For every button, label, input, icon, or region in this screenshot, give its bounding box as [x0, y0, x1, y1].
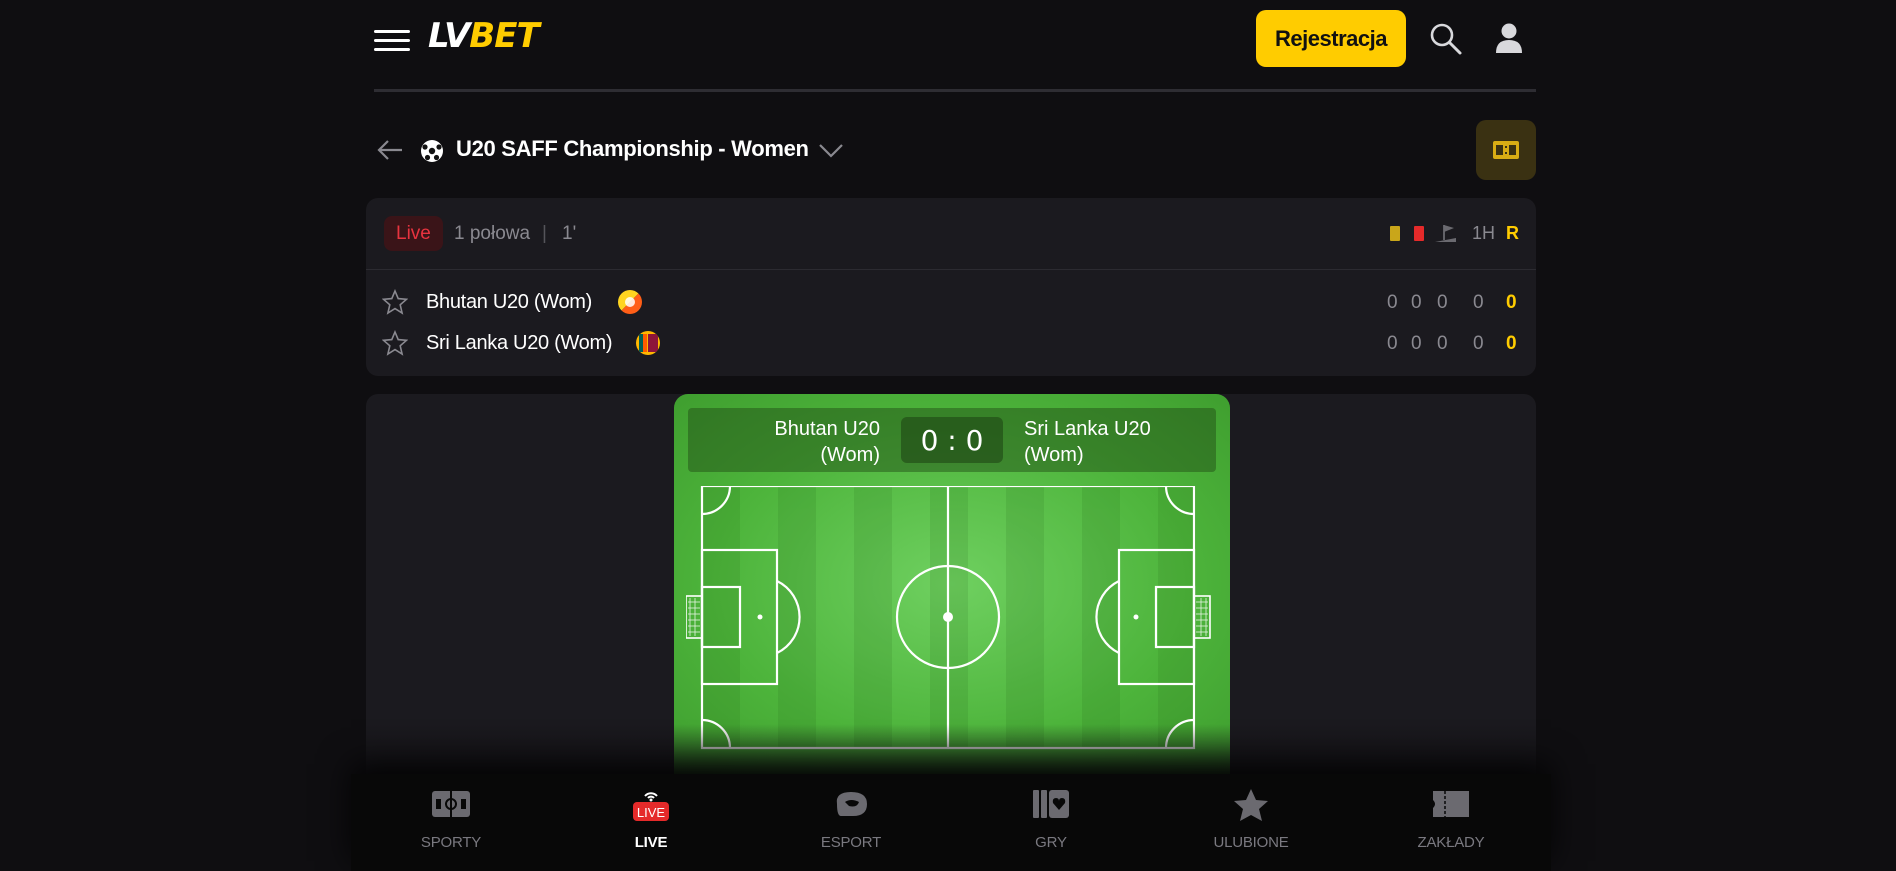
tournament-title: U20 SAFF Championship - Women — [456, 136, 809, 161]
nav-item-gry[interactable]: GRY — [951, 774, 1151, 871]
tracker-score: 0 : 0 — [901, 417, 1003, 463]
logo-bet: BET — [469, 16, 539, 56]
match-minute: 1' — [562, 223, 577, 244]
register-button[interactable]: Rejestracja — [1256, 10, 1406, 67]
nav-item-esport[interactable]: ESPORT — [751, 774, 951, 871]
logo[interactable]: LVBET — [428, 16, 540, 56]
svg-text:LIVE: LIVE — [637, 805, 666, 820]
team-name-away: Sri Lanka U20 (Wom) — [426, 332, 613, 354]
esport-icon — [836, 792, 867, 816]
tracker-home-name: Bhutan U20 (Wom) — [720, 416, 880, 468]
sri-lanka-flag-icon — [636, 331, 660, 355]
home-score-3: 0 — [1437, 292, 1448, 313]
user-icon[interactable] — [1494, 22, 1524, 54]
tracker-away-line1: Sri Lanka U20 — [1024, 418, 1151, 440]
away-score-total: 0 — [1506, 333, 1517, 354]
nav-label-gry: GRY — [1035, 834, 1067, 851]
logo-lv: LV — [428, 16, 470, 56]
header: LVBET Rejestracja — [374, 0, 1536, 92]
first-half-column-header: 1H — [1472, 223, 1496, 243]
team-row-away: Sri Lanka U20 (Wom) 0 0 0 0 0 — [366, 323, 1536, 363]
live-icon: LIVE — [633, 792, 669, 821]
scoreboard-toggle-button[interactable] — [1476, 120, 1536, 180]
nav-label-ulubione: ULUBIONE — [1213, 834, 1289, 851]
home-score-total: 0 — [1506, 292, 1517, 313]
red-card-icon — [1414, 226, 1424, 241]
bottom-fade — [366, 724, 1536, 774]
tracker-home-line1: Bhutan U20 — [774, 418, 880, 440]
bottom-navigation: SPORTY LIVE LIVE ESPORT GRY ULUBIONE ZAK… — [351, 774, 1551, 871]
sports-icon — [432, 791, 470, 817]
live-badge: Live — [384, 216, 443, 251]
nav-label-live: LIVE — [634, 834, 668, 851]
match-period: 1 połowa — [454, 223, 531, 244]
back-arrow-icon[interactable] — [376, 136, 404, 164]
nav-label-sporty: SPORTY — [420, 834, 482, 851]
result-column-header: R — [1506, 223, 1519, 243]
nav-item-sporty[interactable]: SPORTY — [351, 774, 551, 871]
tracker-away-name: Sri Lanka U20 (Wom) — [1024, 416, 1194, 468]
favorite-star-icon[interactable] — [381, 329, 409, 356]
scoreboard-icon — [1493, 141, 1519, 159]
nav-item-live[interactable]: LIVE LIVE — [551, 774, 751, 871]
nav-item-zaklady[interactable]: ZAKŁADY — [1351, 774, 1551, 871]
nav-item-ulubione[interactable]: ULUBIONE — [1151, 774, 1351, 871]
team-name-home: Bhutan U20 (Wom) — [426, 291, 593, 313]
away-score-1: 0 — [1387, 333, 1398, 354]
corner-flag-icon — [1434, 222, 1458, 244]
tracker-away-line2: (Wom) — [1024, 444, 1084, 466]
live-tracker-panel: Bhutan U20 (Wom) 0 : 0 Sri Lanka U20 (Wom) — [366, 394, 1536, 774]
home-score-1: 0 — [1387, 292, 1398, 313]
ticket-icon — [1433, 791, 1469, 817]
yellow-card-icon — [1390, 226, 1400, 241]
away-score-2: 0 — [1411, 333, 1422, 354]
team-row-home: Bhutan U20 (Wom) 0 0 0 0 0 — [366, 282, 1536, 322]
match-card[interactable]: Live 1 połowa | 1' 1H R Bhutan U20 (Wom)… — [366, 198, 1536, 376]
away-score-3: 0 — [1437, 333, 1448, 354]
chevron-down-icon[interactable] — [818, 140, 844, 160]
nav-label-esport: ESPORT — [820, 834, 882, 851]
favorite-star-icon[interactable] — [381, 288, 409, 315]
nav-label-zaklady: ZAKŁADY — [1417, 834, 1485, 851]
star-icon — [1234, 789, 1268, 821]
separator: | — [542, 223, 547, 244]
menu-icon[interactable] — [374, 30, 410, 52]
tracker-scorebar: Bhutan U20 (Wom) 0 : 0 Sri Lanka U20 (Wom) — [688, 408, 1216, 472]
bhutan-flag-icon — [618, 290, 642, 314]
away-score-1h: 0 — [1473, 333, 1484, 354]
pitch-widget[interactable]: Bhutan U20 (Wom) 0 : 0 Sri Lanka U20 (Wom) — [674, 394, 1230, 774]
match-status-bar: Live 1 połowa | 1' 1H R — [366, 198, 1536, 270]
tracker-home-line2: (Wom) — [820, 444, 880, 466]
search-icon[interactable] — [1429, 22, 1463, 56]
cards-icon — [1033, 790, 1069, 818]
soccer-ball-icon — [420, 139, 444, 163]
home-score-1h: 0 — [1473, 292, 1484, 313]
home-score-2: 0 — [1411, 292, 1422, 313]
